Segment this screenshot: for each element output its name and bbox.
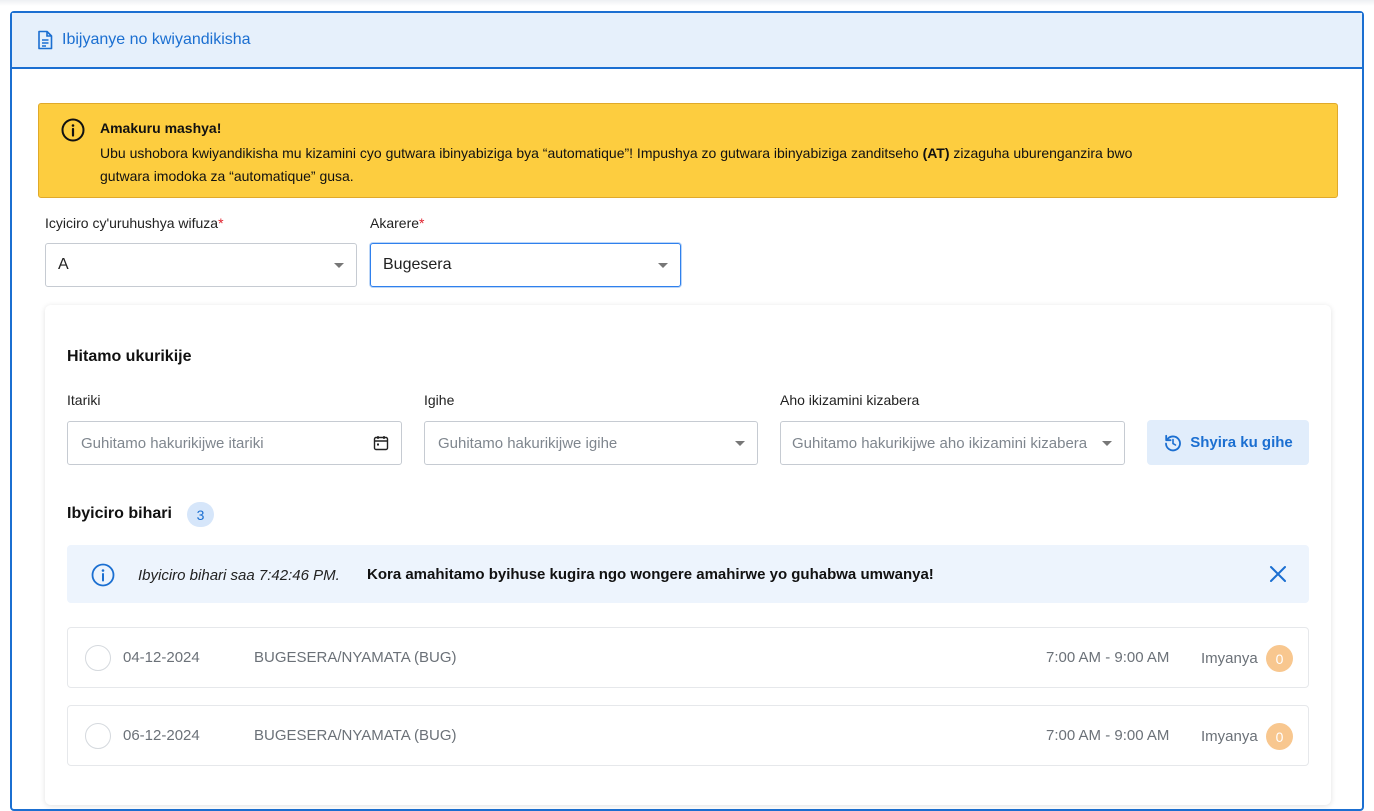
district-select[interactable]: Bugesera [370, 243, 681, 287]
location-label: Aho ikizamini kizabera [780, 392, 920, 408]
schedule-card: Hitamo ukurikije Itariki Guhitamo hakuri… [45, 305, 1331, 805]
refresh-label: Shyira ku gihe [1190, 434, 1293, 451]
location-placeholder: Guhitamo hakurikijwe aho ikizamini kizab… [792, 434, 1088, 452]
calendar-icon[interactable] [373, 435, 389, 451]
slot-place: BUGESERA/NYAMATA (BUG) [254, 727, 457, 744]
alert-body-bold: (AT) [922, 145, 950, 161]
slot-row[interactable]: 06-12-2024 BUGESERA/NYAMATA (BUG) 7:00 A… [67, 705, 1309, 766]
slot-seats-badge: 0 [1266, 645, 1293, 672]
alert-body: Ubu ushobora kwiyandikisha mu kizamini c… [100, 142, 1180, 188]
category-label-text: Icyiciro cy'uruhushya wifuza [45, 215, 219, 231]
refresh-icon [1163, 433, 1183, 453]
district-label: Akarere* [370, 215, 424, 231]
slot-date: 04-12-2024 [123, 649, 200, 666]
location-filter-select[interactable]: Guhitamo hakurikijwe aho ikizamini kizab… [780, 421, 1125, 465]
category-label: Icyiciro cy'uruhushya wifuza* [45, 215, 224, 231]
district-label-text: Akarere [370, 215, 420, 231]
caret-down-icon [334, 263, 344, 268]
available-slots-title: Ibyiciro bihari [67, 505, 172, 522]
note-message: Kora amahitamo byihuse kugira ngo wonger… [367, 566, 934, 583]
time-label: Igihe [424, 392, 455, 408]
time-placeholder: Guhitamo hakurikijwe igihe [438, 434, 618, 452]
info-icon [91, 563, 115, 587]
required-mark: * [419, 215, 425, 231]
time-filter-select[interactable]: Guhitamo hakurikijwe igihe [424, 421, 758, 465]
slot-radio[interactable] [85, 723, 111, 749]
schedule-title: Hitamo ukurikije [67, 348, 192, 365]
district-value: Bugesera [383, 256, 452, 273]
slot-row[interactable]: 04-12-2024 BUGESERA/NYAMATA (BUG) 7:00 A… [67, 627, 1309, 688]
slot-seats-badge: 0 [1266, 723, 1293, 750]
slot-time: 7:00 AM - 9:00 AM [1046, 649, 1170, 666]
slot-seats-label: Imyanya [1201, 728, 1258, 745]
date-label: Itariki [67, 392, 101, 408]
category-select[interactable]: A [45, 243, 357, 287]
panel-header: Ibijyanye no kwiyandikisha [12, 13, 1362, 69]
registration-panel: Ibijyanye no kwiyandikisha Amakuru mashy… [10, 11, 1364, 811]
document-icon [36, 30, 54, 50]
slots-info-note: Ibyiciro bihari saa 7:42:46 PM. Kora ama… [67, 545, 1309, 603]
info-icon [61, 118, 85, 142]
close-icon[interactable] [1269, 565, 1287, 583]
caret-down-icon [1102, 441, 1112, 446]
new-info-alert: Amakuru mashya! Ubu ushobora kwiyandikis… [38, 103, 1338, 198]
slot-place: BUGESERA/NYAMATA (BUG) [254, 649, 457, 666]
refresh-button[interactable]: Shyira ku gihe [1147, 420, 1309, 465]
alert-title: Amakuru mashya! [100, 120, 222, 136]
date-placeholder: Guhitamo hakurikijwe itariki [81, 434, 264, 452]
slots-count-badge: 3 [187, 502, 214, 527]
date-filter-input[interactable]: Guhitamo hakurikijwe itariki [67, 421, 402, 465]
top-shadow [0, 0, 1374, 6]
caret-down-icon [735, 441, 745, 446]
note-timestamp: Ibyiciro bihari saa 7:42:46 PM. [138, 567, 340, 584]
caret-down-icon [658, 263, 668, 268]
slot-radio[interactable] [85, 645, 111, 671]
category-value: A [58, 256, 69, 273]
slot-seats-label: Imyanya [1201, 650, 1258, 667]
panel-title: Ibijyanye no kwiyandikisha [62, 31, 251, 48]
slot-time: 7:00 AM - 9:00 AM [1046, 727, 1170, 744]
alert-body-text-1: Ubu ushobora kwiyandikisha mu kizamini c… [100, 145, 923, 161]
required-mark: * [218, 215, 224, 231]
slot-date: 06-12-2024 [123, 727, 200, 744]
